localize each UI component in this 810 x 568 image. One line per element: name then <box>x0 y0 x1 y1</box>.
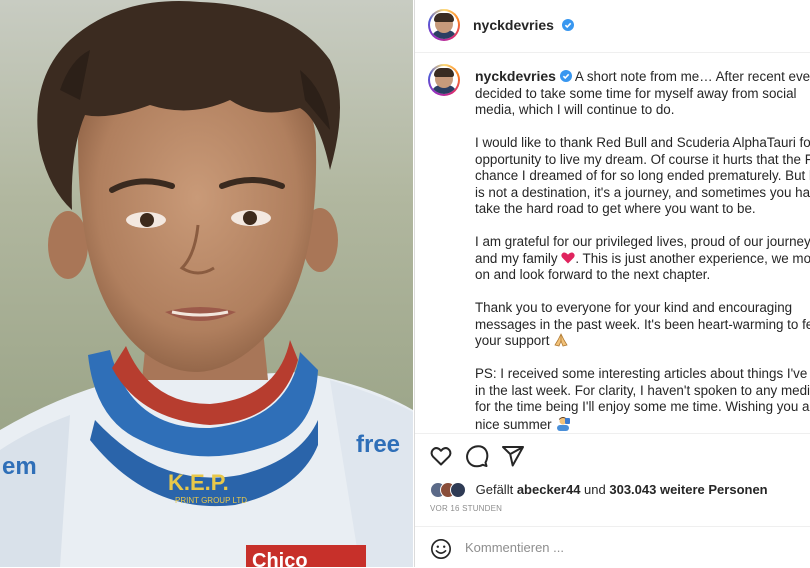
caption-avatar[interactable] <box>428 64 460 96</box>
caption-line: PS: I received some interesting articles… <box>475 366 810 381</box>
verified-badge-icon <box>559 70 572 82</box>
post-header: nyckdevries <box>415 0 810 53</box>
post-panel: nyckdevries nyckdevries A short note fro… <box>414 0 810 567</box>
post-photo[interactable]: K.E.P. PRINT GROUP LTD em free Chico <box>0 0 413 567</box>
caption-line: in the last week. For clarity, I haven't… <box>475 382 810 398</box>
caption-line: take the hard road to get where you want… <box>475 201 756 216</box>
caption-paragraph: I would like to thank Red Bull and Scude… <box>475 135 810 218</box>
caption-line: Thank you to everyone for your kind and … <box>475 300 793 315</box>
collar-logo-text: K.E.P. <box>168 470 229 495</box>
post-timestamp[interactable]: VOR 16 STUNDEN <box>430 504 502 513</box>
caption-line: chance I dreamed of for so long ended pr… <box>475 168 810 183</box>
red-heart-emoji-icon <box>561 252 575 263</box>
sleeve-right-text: free <box>356 431 400 458</box>
likes-user-link[interactable]: abecker44 <box>517 482 581 497</box>
header-username[interactable]: nyckdevries <box>473 17 554 33</box>
caption-line: decided to take some time for myself awa… <box>475 85 797 101</box>
likes-count-link[interactable]: 303.043 weitere Personen <box>609 482 767 497</box>
caption-line: opportunity to live my dream. Of course … <box>475 151 810 167</box>
likes-middle: und <box>580 482 610 497</box>
likes-prefix: Gefällt <box>475 482 517 497</box>
comment-input[interactable]: Kommentieren ... <box>465 540 564 555</box>
person-emoji-icon <box>557 416 571 431</box>
emoji-icon[interactable] <box>430 538 452 560</box>
avatar[interactable] <box>428 9 460 41</box>
caption-paragraph: Thank you to everyone for your kind and … <box>475 300 810 350</box>
caption-line: media, which I will continue to do. <box>475 102 675 117</box>
praying-hands-emoji-icon <box>554 333 568 347</box>
caption-line: and my family <box>475 250 562 266</box>
caption-line: nice summer <box>475 416 556 432</box>
caption-line: . This is just another experience, we mo… <box>575 250 810 266</box>
caption-line: I would like to thank Red Bull and Scude… <box>475 135 810 150</box>
portrait-illustration: K.E.P. PRINT GROUP LTD em free Chico <box>0 0 413 567</box>
post-caption: nyckdevries A short note from me… After … <box>475 68 810 450</box>
caption-line: I am grateful for our privileged lives, … <box>475 234 810 249</box>
verified-badge-icon <box>562 19 575 31</box>
share-icon[interactable] <box>501 444 525 468</box>
comment-bar: Kommentieren ... <box>415 526 810 568</box>
action-bar <box>415 433 810 478</box>
sleeve-left-text: em <box>2 453 37 480</box>
caption-text: A short note from me… After recent event… <box>571 69 810 84</box>
caption-username[interactable]: nyckdevries <box>475 68 556 84</box>
collar-subtext: PRINT GROUP LTD <box>175 496 247 505</box>
caption-line: messages in the past week. It's been hea… <box>475 316 810 332</box>
liker-avatar <box>450 482 466 498</box>
comment-icon[interactable] <box>465 444 489 468</box>
caption-paragraph: PS: I received some interesting articles… <box>475 366 810 433</box>
likes-summary[interactable]: Gefällt abecker44 und 303.043 weitere Pe… <box>430 482 768 504</box>
caption-line: on and look forward to the next chapter. <box>475 267 711 282</box>
caption-line: for the time being I'll enjoy some me ti… <box>475 399 810 414</box>
caption-paragraph: I am grateful for our privileged lives, … <box>475 234 810 284</box>
chest-logo-text: Chico <box>252 550 308 567</box>
caption-line: is not a destination, it's a journey, an… <box>475 184 810 200</box>
heart-icon[interactable] <box>429 444 453 468</box>
caption-line: your support <box>475 333 554 348</box>
